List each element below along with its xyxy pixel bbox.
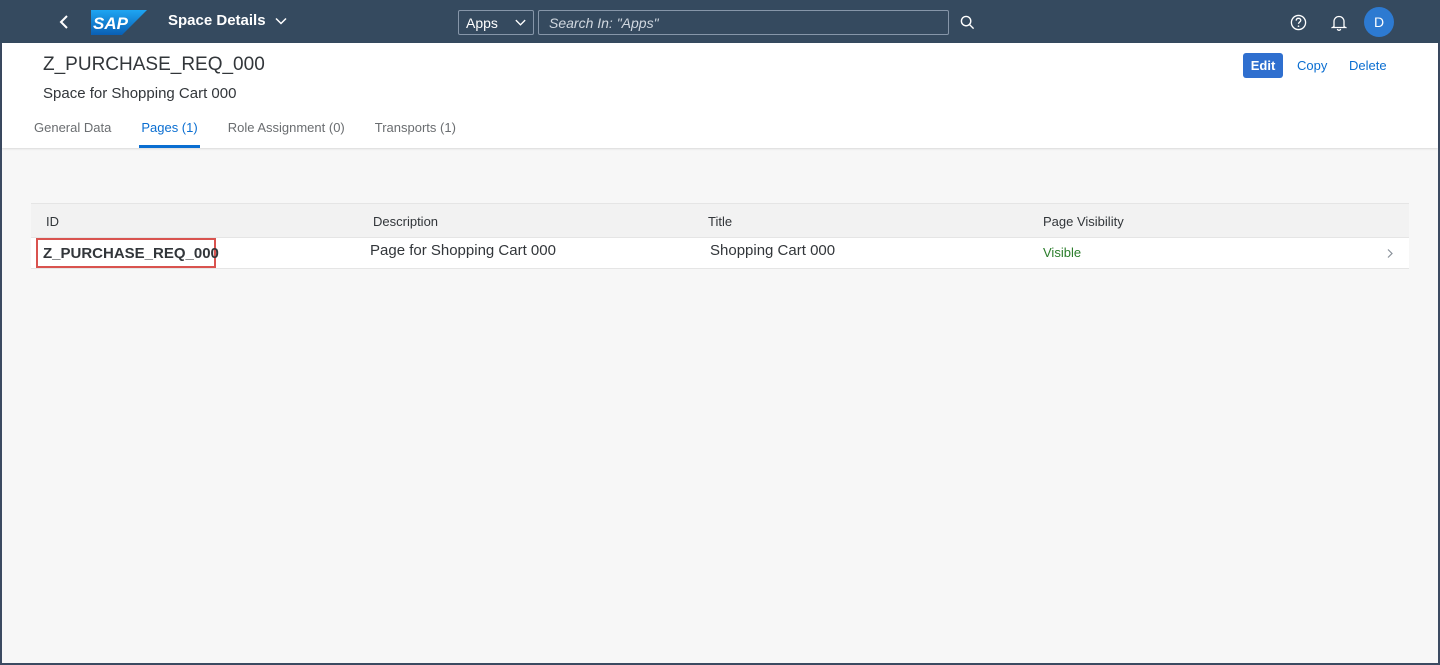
search-icon <box>960 15 974 29</box>
page-title: Z_PURCHASE_REQ_000 <box>43 54 265 75</box>
column-header-id[interactable]: ID <box>46 214 59 229</box>
svg-text:SAP: SAP <box>93 14 129 33</box>
back-button[interactable] <box>52 10 76 34</box>
bell-icon <box>1331 15 1347 31</box>
search-button[interactable] <box>955 10 979 34</box>
search-scope-value: Apps <box>466 14 498 31</box>
copy-button[interactable]: Copy <box>1292 53 1332 78</box>
table-header: ID Description Title Page Visibility <box>31 203 1409 238</box>
tab-pages[interactable]: Pages (1) <box>139 113 201 148</box>
page-subtitle: Space for Shopping Cart 000 <box>43 85 237 102</box>
help-icon <box>1290 14 1306 30</box>
shell-bar: SAP Space Details Apps Search In: "Apps" <box>0 0 1440 43</box>
delete-button[interactable]: Delete <box>1344 53 1392 78</box>
tab-transports[interactable]: Transports (1) <box>375 113 456 148</box>
page-id-cell[interactable]: Z_PURCHASE_REQ_000 <box>36 238 219 268</box>
page-description-cell: Page for Shopping Cart 000 <box>370 242 556 259</box>
app-title-menu[interactable]: Space Details <box>168 12 288 29</box>
search-scope-select[interactable]: Apps <box>458 10 534 35</box>
column-header-page-visibility[interactable]: Page Visibility <box>1043 214 1124 229</box>
chevron-right-icon <box>1387 248 1393 258</box>
avatar-initial: D <box>1373 14 1385 30</box>
chevron-left-icon <box>59 15 68 29</box>
page-title-cell: Shopping Cart 000 <box>710 242 836 259</box>
search-input[interactable]: Search In: "Apps" <box>538 10 949 35</box>
tab-role-assignment[interactable]: Role Assignment (0) <box>228 113 345 148</box>
tab-bar: General Data Pages (1) Role Assignment (… <box>34 113 486 148</box>
help-button[interactable] <box>1286 10 1310 34</box>
tab-general-data[interactable]: General Data <box>34 113 111 148</box>
notifications-button[interactable] <box>1327 10 1351 34</box>
user-avatar[interactable]: D <box>1364 7 1394 37</box>
column-header-title[interactable]: Title <box>708 214 732 229</box>
chevron-down-icon <box>515 19 526 26</box>
edit-button[interactable]: Edit <box>1243 53 1283 78</box>
app-title: Space Details <box>168 12 266 29</box>
sap-logo[interactable]: SAP <box>91 10 147 35</box>
page-visibility-status: Visible <box>1043 245 1082 260</box>
pages-table: ID Description Title Page Visibility Z_P… <box>31 203 1409 269</box>
object-header: Z_PURCHASE_REQ_000 Space for Shopping Ca… <box>2 43 1438 148</box>
search-placeholder: Search In: "Apps" <box>549 14 659 31</box>
row-navigation-arrow[interactable] <box>1383 246 1397 260</box>
chevron-down-icon <box>275 17 287 25</box>
table-row[interactable]: Z_PURCHASE_REQ_000 Page for Shopping Car… <box>31 238 1409 269</box>
column-header-description[interactable]: Description <box>373 214 438 229</box>
